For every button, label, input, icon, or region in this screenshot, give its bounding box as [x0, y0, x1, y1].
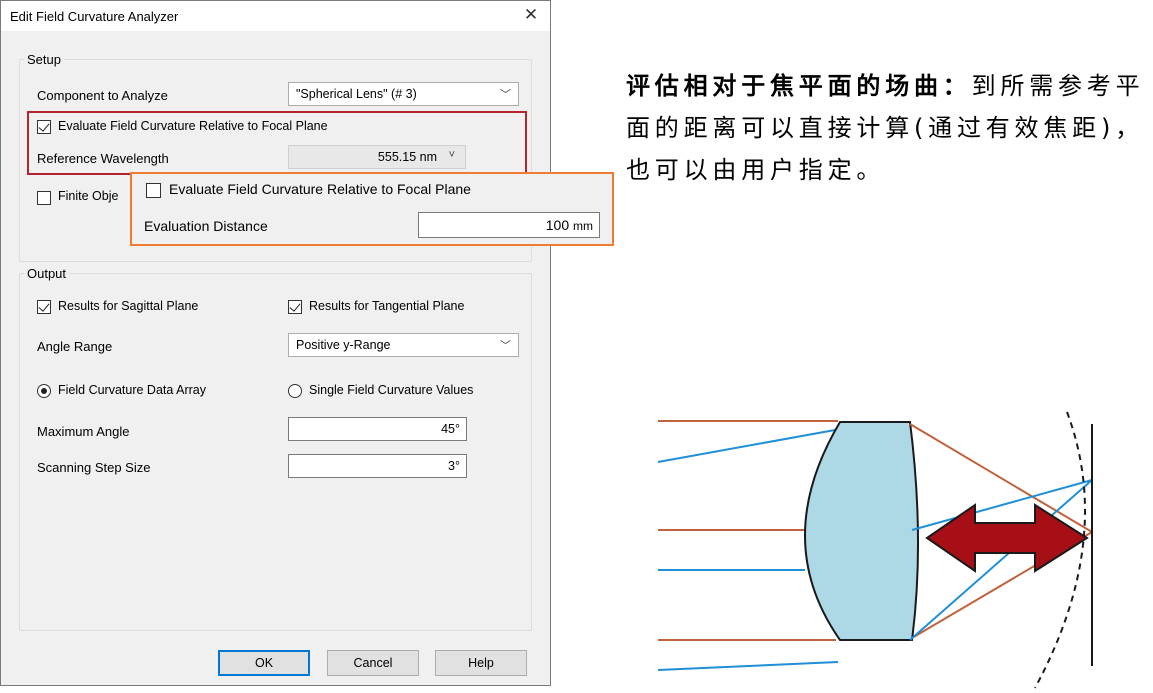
angle-range-label: Angle Range — [37, 339, 113, 354]
description-bold: 评估相对于焦平面的场曲： — [626, 72, 972, 100]
tangential-label: Results for Tangential Plane — [309, 299, 465, 313]
output-legend: Output — [27, 266, 67, 281]
component-label: Component to Analyze — [37, 88, 168, 103]
data-array-radio[interactable] — [37, 384, 51, 398]
evaluation-distance-popup: Evaluate Field Curvature Relative to Foc… — [130, 172, 614, 246]
cancel-button[interactable]: Cancel — [327, 650, 419, 676]
data-array-label: Field Curvature Data Array — [58, 383, 206, 397]
finite-object-label: Finite Obje — [58, 189, 119, 203]
description-text: 评估相对于焦平面的场曲：到所需参考平面的距离可以直接计算(通过有效焦距)，也可以… — [626, 65, 1146, 191]
single-values-label: Single Field Curvature Values — [309, 383, 474, 397]
field-curvature-diagram — [657, 411, 1093, 689]
ray-blue-bottom — [657, 661, 839, 671]
step-size-input[interactable]: 3° — [288, 454, 467, 478]
popup-eval-focal-label: Evaluate Field Curvature Relative to Foc… — [169, 181, 471, 197]
step-size-label: Scanning Step Size — [37, 460, 151, 475]
evaluation-distance-label: Evaluation Distance — [144, 218, 268, 234]
finite-object-checkbox[interactable] — [37, 191, 51, 205]
dialog-title: Edit Field Curvature Analyzer — [10, 9, 179, 24]
ok-button[interactable]: OK — [218, 650, 310, 676]
dialog-window: Edit Field Curvature Analyzer ✕ Setup Co… — [0, 0, 551, 686]
max-angle-input[interactable]: 45° — [288, 417, 467, 441]
chevron-down-icon: ﹀ — [500, 89, 511, 101]
max-angle-label: Maximum Angle — [37, 424, 130, 439]
component-select[interactable]: "Spherical Lens" (# 3) ﹀ — [288, 82, 519, 106]
evaluation-distance-unit: mm — [573, 219, 593, 233]
chevron-down-icon: ﹀ — [500, 340, 511, 352]
popup-eval-focal-checkbox[interactable] — [146, 183, 161, 198]
setup-legend: Setup — [27, 52, 61, 67]
focal-plane-highlight — [27, 111, 527, 175]
sagittal-label: Results for Sagittal Plane — [58, 299, 199, 313]
close-icon[interactable]: ✕ — [520, 4, 542, 26]
help-button[interactable]: Help — [435, 650, 527, 676]
tangential-checkbox[interactable] — [288, 300, 302, 314]
component-value: "Spherical Lens" (# 3) — [296, 87, 417, 101]
title-bar[interactable]: Edit Field Curvature Analyzer ✕ — [1, 1, 550, 31]
angle-range-value: Positive y-Range — [296, 338, 391, 352]
ray-blue-top — [657, 429, 836, 463]
single-values-radio[interactable] — [288, 384, 302, 398]
output-group: Output — [19, 266, 532, 631]
lens-shape — [804, 421, 920, 641]
evaluation-distance-value: 100 — [545, 217, 570, 233]
ray-blue-out-bottom — [909, 479, 1093, 641]
evaluation-distance-input[interactable]: 100 mm — [418, 212, 600, 238]
sagittal-checkbox[interactable] — [37, 300, 51, 314]
ray-orange-out-top — [909, 423, 1093, 533]
angle-range-select[interactable]: Positive y-Range ﹀ — [288, 333, 519, 357]
